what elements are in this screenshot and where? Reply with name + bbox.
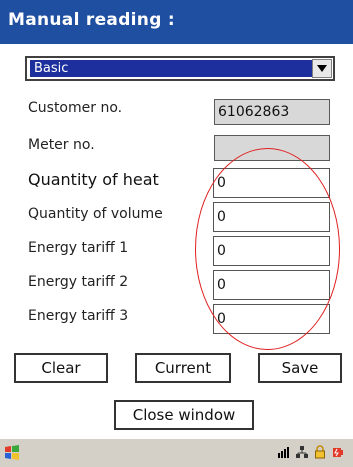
meter-no-label: Meter no. xyxy=(28,137,95,153)
view-dropdown[interactable]: Basic xyxy=(25,56,335,81)
network-icon[interactable] xyxy=(295,445,309,459)
dropdown-arrow-button[interactable] xyxy=(312,59,332,78)
quantity-of-heat-label: Quantity of heat xyxy=(28,170,159,189)
window-title: Manual reading : xyxy=(8,10,175,30)
energy-tariff-3-label: Energy tariff 3 xyxy=(28,308,129,324)
energy-tariff-2-label: Energy tariff 2 xyxy=(28,274,129,290)
energy-tariff-1-label: Energy tariff 1 xyxy=(28,240,129,256)
title-bar: Manual reading : xyxy=(0,0,353,44)
chevron-down-icon xyxy=(317,65,327,72)
clear-button[interactable]: Clear xyxy=(14,353,108,383)
quantity-of-volume-label: Quantity of volume xyxy=(28,206,163,222)
dropdown-selected-value[interactable]: Basic xyxy=(30,60,313,77)
battery-icon[interactable] xyxy=(331,445,345,459)
system-tray xyxy=(277,445,345,459)
close-window-button[interactable]: Close window xyxy=(114,400,254,430)
signal-icon[interactable] xyxy=(277,445,291,459)
annotation-ellipse xyxy=(195,148,340,350)
taskbar xyxy=(0,438,353,467)
customer-no-field: 61062863 xyxy=(214,99,330,125)
windows-flag-icon[interactable] xyxy=(4,445,20,461)
current-button[interactable]: Current xyxy=(135,353,231,383)
save-button[interactable]: Save xyxy=(258,353,342,383)
lock-icon[interactable] xyxy=(313,445,327,459)
customer-no-label: Customer no. xyxy=(28,100,123,116)
